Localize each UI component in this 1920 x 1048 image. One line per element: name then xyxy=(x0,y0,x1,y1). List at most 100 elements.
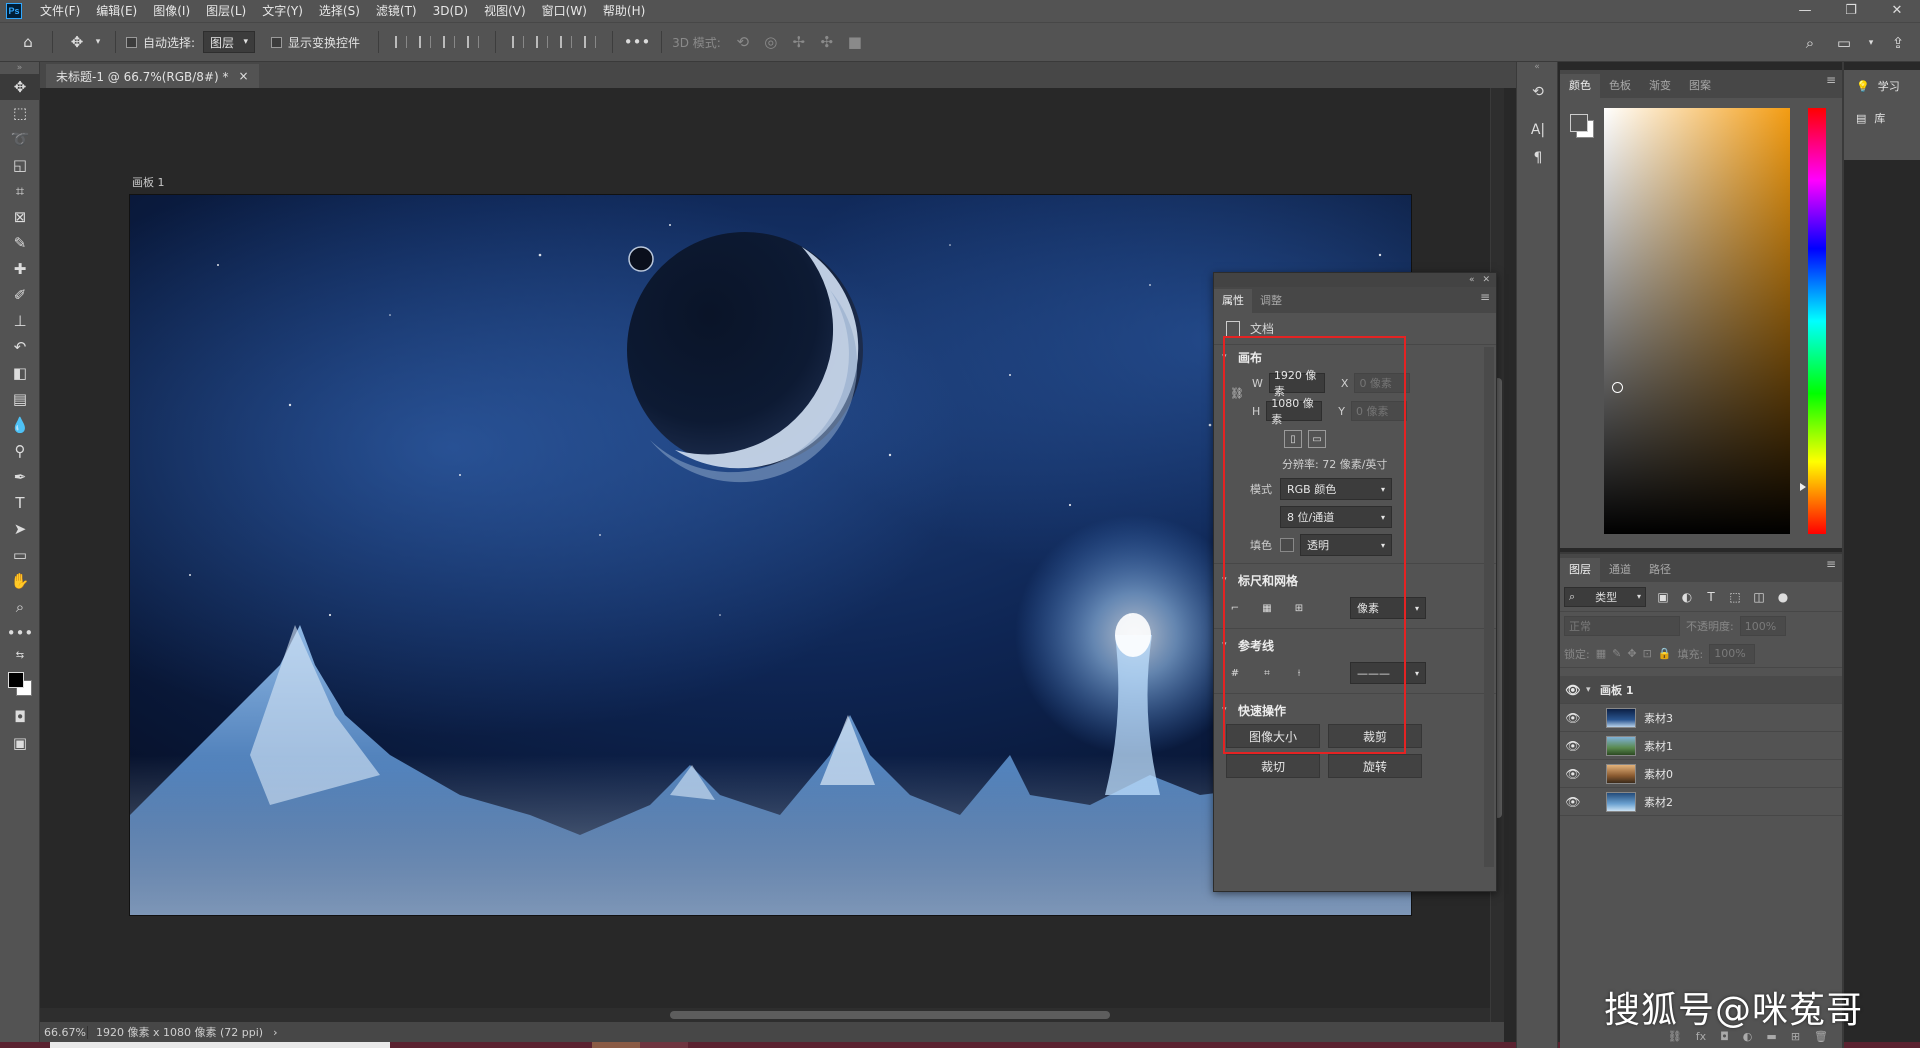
path-select-tool-icon[interactable]: ➤ xyxy=(0,516,40,542)
lock-artboard-icon[interactable]: ⊡ xyxy=(1643,647,1652,660)
align-bottom-icon[interactable] xyxy=(554,30,578,54)
panel-menu-icon[interactable]: ≡ xyxy=(1826,74,1836,86)
move-tool-icon[interactable]: ✥ xyxy=(63,28,91,56)
3d-roll-icon[interactable]: ◎ xyxy=(757,28,785,56)
crop-button[interactable]: 裁剪 xyxy=(1328,724,1422,748)
filter-pixel-icon[interactable]: ▣ xyxy=(1656,590,1670,604)
tab-patterns[interactable]: 图案 xyxy=(1680,74,1720,98)
3d-slide-icon[interactable]: ✣ xyxy=(813,28,841,56)
edit-toolbar-icon[interactable]: ••• xyxy=(0,620,40,646)
document-tab[interactable]: 未标题-1 @ 66.7%(RGB/8#) * × xyxy=(46,64,259,88)
visibility-eye-icon[interactable]: 👁 xyxy=(1560,795,1586,809)
auto-select-checkbox[interactable] xyxy=(126,36,137,48)
menu-image[interactable]: 图像(I) xyxy=(145,0,198,22)
show-transform-checkbox[interactable] xyxy=(271,36,283,48)
ruler-unit-dropdown[interactable]: 像素 ▾ xyxy=(1350,597,1426,619)
zoom-level[interactable]: 66.67% xyxy=(40,1025,88,1039)
hand-tool-icon[interactable]: ✋ xyxy=(0,568,40,594)
menu-file[interactable]: 文件(F) xyxy=(32,0,88,22)
tab-swatches[interactable]: 色板 xyxy=(1600,74,1640,98)
align-left-icon[interactable] xyxy=(389,30,413,54)
rectangle-tool-icon[interactable]: ▭ xyxy=(0,542,40,568)
home-icon[interactable]: ⌂ xyxy=(14,28,42,56)
foreground-color-swatch[interactable] xyxy=(1570,114,1588,132)
collapse-icon[interactable]: « xyxy=(1469,275,1475,285)
object-select-tool-icon[interactable]: ◱ xyxy=(0,152,40,178)
lock-all-icon[interactable]: 🔒 xyxy=(1658,647,1672,660)
ruler-icon[interactable]: ⌐ xyxy=(1226,599,1244,617)
libraries-button[interactable]: ▤ 库 xyxy=(1844,102,1920,134)
3d-orbit-icon[interactable]: ⟲ xyxy=(729,28,757,56)
swap-colors-icon[interactable]: ⇆ xyxy=(0,646,40,664)
history-panel-icon[interactable]: ⟲ xyxy=(1517,78,1559,106)
chevron-down-icon[interactable]: ▾ xyxy=(1586,685,1600,695)
menu-help[interactable]: 帮助(H) xyxy=(595,0,653,22)
horizontal-scrollbar[interactable] xyxy=(40,1008,1490,1022)
paragraph-panel-icon[interactable]: ¶ xyxy=(1517,144,1559,172)
minimize-button[interactable]: — xyxy=(1782,0,1828,22)
eraser-tool-icon[interactable]: ◧ xyxy=(0,360,40,386)
quick-actions-section-header[interactable]: ▾ 快速操作 xyxy=(1214,698,1496,722)
quick-mask-icon[interactable]: ◘ xyxy=(0,704,40,730)
y-field[interactable]: 0 像素 xyxy=(1351,401,1408,421)
scroll-thumb[interactable] xyxy=(670,1011,1110,1019)
more-options-icon[interactable]: ••• xyxy=(623,28,651,56)
link-icon[interactable]: ⛓ xyxy=(1230,387,1244,400)
width-field[interactable]: 1920 像素 xyxy=(1268,369,1325,398)
character-panel-icon[interactable]: A| xyxy=(1517,116,1559,144)
filter-toggle-icon[interactable]: ● xyxy=(1776,590,1790,604)
align-hcenter-icon[interactable] xyxy=(413,30,437,54)
lock-image-icon[interactable]: ✎ xyxy=(1612,647,1621,660)
rulers-section-header[interactable]: ▾ 标尺和网格 xyxy=(1214,568,1496,592)
lock-position-icon[interactable]: ✥ xyxy=(1627,647,1636,660)
fill-field[interactable]: 100% xyxy=(1709,643,1756,664)
bit-depth-dropdown[interactable]: 8 位/通道 ▾ xyxy=(1280,506,1392,528)
menu-edit[interactable]: 编辑(E) xyxy=(88,0,145,22)
color-field[interactable] xyxy=(1604,108,1790,534)
panel-menu-icon[interactable]: ≡ xyxy=(1826,558,1836,570)
layer-row[interactable]: 👁 素材2 xyxy=(1560,788,1842,816)
guides-section-header[interactable]: ▾ 参考线 xyxy=(1214,633,1496,657)
marquee-tool-icon[interactable]: ⬚ xyxy=(0,100,40,126)
lasso-tool-icon[interactable]: ➰ xyxy=(0,126,40,152)
layer-group-row[interactable]: 👁 ▾ 画板 1 xyxy=(1560,676,1842,704)
rotate-button[interactable]: 旋转 xyxy=(1328,754,1422,778)
move-tool-icon[interactable]: ✥ xyxy=(0,74,40,100)
menu-layer[interactable]: 图层(L) xyxy=(198,0,254,22)
tab-layers[interactable]: 图层 xyxy=(1560,558,1600,582)
frame-tool-icon[interactable]: ⊠ xyxy=(0,204,40,230)
guide-icon[interactable]: # xyxy=(1226,664,1244,682)
pixel-grid-icon[interactable]: ⊞ xyxy=(1290,599,1308,617)
foreground-color-swatch[interactable] xyxy=(8,672,24,688)
workspace-icon[interactable]: ▭ xyxy=(1830,29,1858,57)
dodge-tool-icon[interactable]: ⚲ xyxy=(0,438,40,464)
hue-slider[interactable] xyxy=(1808,108,1826,534)
pen-tool-icon[interactable]: ✒ xyxy=(0,464,40,490)
brush-tool-icon[interactable]: ✐ xyxy=(0,282,40,308)
filter-shape-icon[interactable]: ⬚ xyxy=(1728,590,1742,604)
align-right-icon[interactable] xyxy=(437,30,461,54)
tab-adjustments[interactable]: 调整 xyxy=(1252,289,1290,313)
distribute-vertical-icon[interactable] xyxy=(461,30,485,54)
3d-camera-icon[interactable]: ■ xyxy=(841,28,869,56)
visibility-eye-icon[interactable]: 👁 xyxy=(1560,683,1586,697)
opacity-field[interactable]: 100% xyxy=(1739,616,1786,636)
auto-select-dropdown[interactable]: 图层 ▾ xyxy=(203,31,256,53)
type-tool-icon[interactable]: T xyxy=(0,490,40,516)
align-vcenter-icon[interactable] xyxy=(530,30,554,54)
clear-guides-icon[interactable]: ⟊ xyxy=(1290,664,1308,682)
color-picker-marker[interactable] xyxy=(1612,382,1623,393)
distribute-horizontal-icon[interactable] xyxy=(578,30,602,54)
portrait-orientation-icon[interactable]: ▯ xyxy=(1284,430,1302,448)
layer-row[interactable]: 👁 素材0 xyxy=(1560,760,1842,788)
tab-properties[interactable]: 属性 xyxy=(1214,289,1252,313)
close-panel-icon[interactable]: ✕ xyxy=(1482,275,1490,285)
blend-mode-dropdown[interactable]: 正常 xyxy=(1564,616,1680,636)
color-swatches[interactable] xyxy=(0,664,40,704)
visibility-eye-icon[interactable]: 👁 xyxy=(1560,711,1586,725)
lock-transparency-icon[interactable]: ▦ xyxy=(1596,647,1606,660)
height-field[interactable]: 1080 像素 xyxy=(1266,397,1323,426)
grid-icon[interactable]: ▦ xyxy=(1258,599,1276,617)
tab-paths[interactable]: 路径 xyxy=(1640,558,1680,582)
close-button[interactable]: ✕ xyxy=(1874,0,1920,22)
